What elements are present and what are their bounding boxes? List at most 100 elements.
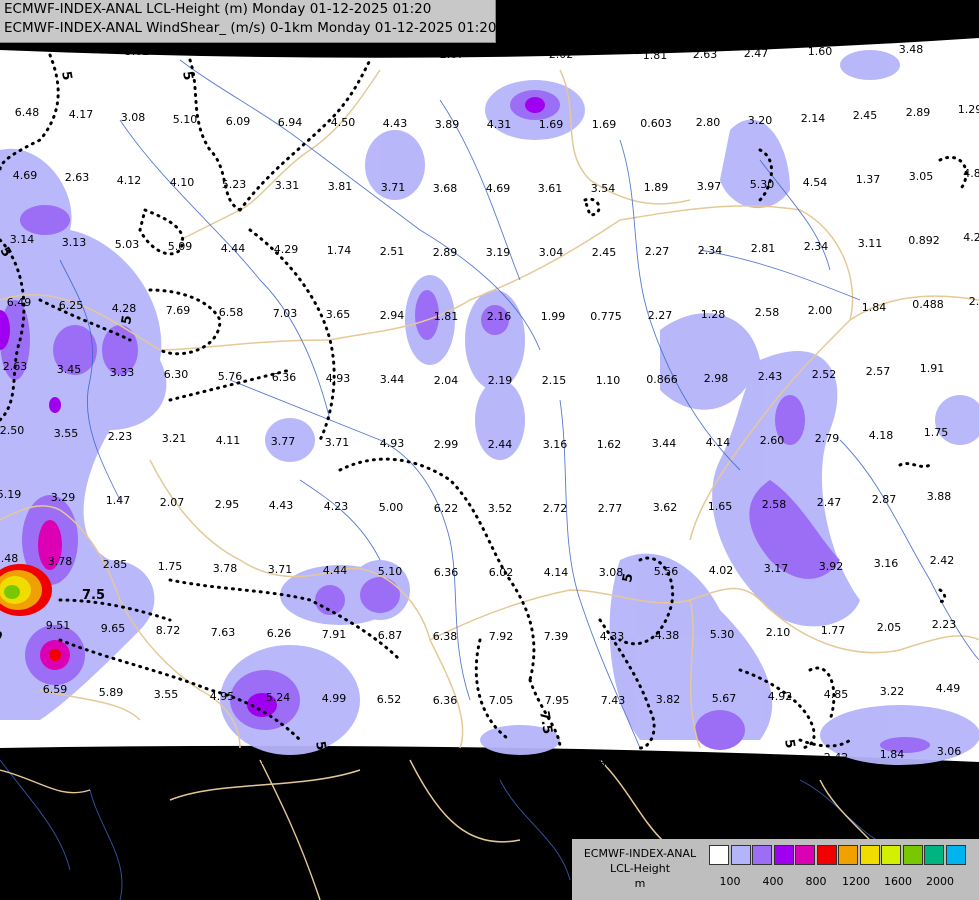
station-value-label: 5.89 — [99, 686, 124, 699]
station-value-label: 6.36 — [433, 694, 458, 707]
station-value-label: 2.45 — [592, 246, 617, 259]
station-value-label: 5.99 — [711, 755, 736, 768]
station-value-label: 0.775 — [590, 310, 622, 323]
station-value-label: 5.23 — [222, 178, 247, 191]
station-value-label: 4.14 — [544, 566, 569, 579]
legend-tick-label: 800 — [805, 875, 827, 888]
station-value-label: 2.63 — [693, 48, 718, 61]
station-value-label: 2.02 — [549, 48, 574, 61]
station-value-label: 2.52 — [812, 368, 837, 381]
station-value-label: 2.27 — [648, 309, 673, 322]
legend-swatch — [709, 845, 729, 865]
station-value-label: 2.48 — [0, 552, 18, 565]
legend-swatch — [902, 845, 923, 865]
legend-swatch — [838, 845, 858, 865]
station-value-label: 6.26 — [267, 627, 292, 640]
station-value-label: 4.28 — [112, 302, 137, 315]
station-value-label: 0.603 — [640, 117, 672, 130]
station-value-label: 2.45 — [853, 109, 878, 122]
station-value-label: 4.49 — [936, 682, 961, 695]
station-value-label: 2.79 — [815, 432, 840, 445]
station-value-label: 4.43 — [269, 499, 294, 512]
station-value-label: 1.47 — [106, 494, 131, 507]
station-value-label: 1.81 — [643, 49, 668, 62]
station-value-label: 3.92 — [819, 560, 844, 573]
station-value-label: 2.51 — [380, 245, 405, 258]
station-value-label: 1.62 — [597, 438, 622, 451]
station-value-label: 2.42 — [824, 751, 849, 764]
station-value-label: 2.63 — [3, 360, 28, 373]
station-value-label: 5.10 — [173, 113, 198, 126]
station-value-label: 2.23 — [932, 618, 957, 631]
map-header: ECMWF-INDEX-ANAL LCL-Height (m) Monday 0… — [0, 0, 496, 43]
station-value-label: 4.02 — [709, 564, 734, 577]
station-value-label: 0.866 — [646, 373, 678, 386]
station-value-label: 7.95 — [545, 694, 570, 707]
station-value-label: 2.77 — [598, 502, 623, 515]
station-value-label: 5.67 — [767, 753, 792, 766]
station-value-label: 1.65 — [708, 500, 733, 513]
station-value-label: 4.99 — [322, 692, 347, 705]
station-value-label: 1.84 — [862, 301, 887, 314]
station-value-label: 6.38 — [433, 630, 458, 643]
station-value-label: 1.69 — [539, 118, 564, 131]
station-value-label: 2.85 — [103, 558, 128, 571]
station-value-label: 3.61 — [538, 182, 563, 195]
station-value-label: 2.87 — [872, 493, 897, 506]
station-value-label: 3.89 — [435, 118, 460, 131]
station-value-label: 3.97 — [697, 180, 722, 193]
legend-swatch — [730, 845, 751, 865]
station-value-label: 4.50 — [331, 116, 356, 129]
station-value-label: 2.72 — [543, 502, 568, 515]
station-value-label: 2.34 — [804, 240, 829, 253]
station-value-label: 1.37 — [856, 173, 881, 186]
station-value-label: 3.22 — [880, 685, 905, 698]
station-value-label: 5.67 — [712, 692, 737, 705]
station-value-label: 3.04 — [539, 246, 564, 259]
header-line-windshear: ECMWF-INDEX-ANAL WindShear_ (m/s) 0-1km … — [4, 20, 497, 36]
station-value-label: 7.20 — [655, 756, 680, 769]
station-value-label: 5.30 — [710, 628, 735, 641]
station-value-label: 6.52 — [377, 693, 402, 706]
station-value-label: 4.33 — [600, 630, 625, 643]
station-value-label: 4.93 — [326, 372, 351, 385]
station-value-label: 5.00 — [379, 501, 404, 514]
station-value-label: 3.78 — [48, 555, 73, 568]
station-value-label: 1.75 — [158, 560, 183, 573]
station-value-label: 4.93 — [380, 437, 405, 450]
station-value-label: 3.62 — [653, 501, 678, 514]
station-value-label: 1.74 — [327, 244, 352, 257]
station-value-label: 2.47 — [817, 496, 842, 509]
station-value-label: 2.80 — [696, 116, 721, 129]
station-value-label: 6.21 — [35, 747, 60, 760]
station-value-label: 5.19 — [0, 488, 21, 501]
station-value-label: 5.10 — [378, 565, 403, 578]
station-value-label: 2.19 — [488, 374, 513, 387]
legend-swatch — [945, 845, 966, 865]
station-value-label: 2.63 — [65, 171, 90, 184]
station-value-label: 3.13 — [62, 236, 87, 249]
station-value-label: 4.69 — [13, 169, 38, 182]
station-value-label: 2.10 — [766, 626, 791, 639]
station-value-label: 3.88 — [927, 490, 952, 503]
station-value-label: 4.95 — [210, 690, 235, 703]
station-value-label: 2.60 — [760, 434, 785, 447]
station-value-label: 1.60 — [808, 45, 833, 58]
station-value-label: 7.05 — [489, 694, 514, 707]
station-value-label: 6.02 — [489, 566, 514, 579]
station-value-label: 3.81 — [328, 180, 353, 193]
station-value-label: 6.48 — [148, 751, 173, 764]
station-value-label: 3.33 — [110, 366, 135, 379]
station-value-label: 4.54 — [803, 176, 828, 189]
station-value-label: 3.77 — [271, 435, 296, 448]
station-value-label: 5.09 — [168, 240, 193, 253]
station-value-label: 2. — [969, 295, 979, 308]
station-value-label: 4.85 — [824, 688, 849, 701]
station-value-label: 3.16 — [874, 557, 899, 570]
station-value-label: 3.78 — [213, 562, 238, 575]
station-value-label: 4.43 — [383, 117, 408, 130]
station-value-label: 2.50 — [0, 424, 24, 437]
station-value-label: 3.14 — [10, 233, 35, 246]
station-value-label: 3.20 — [748, 114, 773, 127]
station-value-label: 3.08 — [121, 111, 146, 124]
